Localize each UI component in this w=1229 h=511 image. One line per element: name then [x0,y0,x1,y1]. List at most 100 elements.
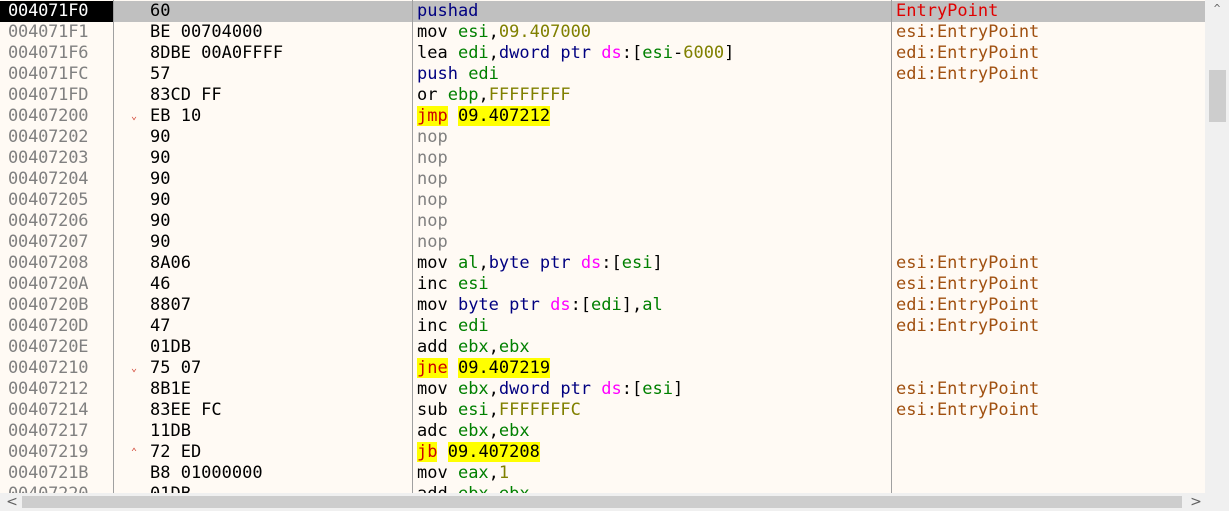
address-cell[interactable]: 00407210 [8,358,88,379]
instruction-cell[interactable]: jb 09.407208 [417,442,540,463]
address-cell[interactable]: 00407217 [8,421,88,442]
comment-cell[interactable]: edi:EntryPoint [896,316,1039,337]
disasm-row[interactable]: 0040720B 8807 mov byte ptr ds:[edi],al edi:… [0,295,1205,316]
comment-cell[interactable]: esi:EntryPoint [896,253,1039,274]
bytes-cell[interactable]: 8DBE 00A0FFFF [150,43,283,64]
disasm-row[interactable]: 004071F6 8DBE 00A0FFFF lea edi,dword ptr d… [0,43,1205,64]
instruction-cell[interactable]: nop [417,169,448,190]
disasm-row[interactable]: 004071F0 60 pushad EntryPoint [0,1,1205,22]
horizontal-scroll-thumb[interactable] [22,496,1182,508]
bytes-cell[interactable]: 90 [150,169,170,190]
instruction-cell[interactable]: mov al,byte ptr ds:[esi] [417,253,663,274]
bytes-cell[interactable]: 90 [150,127,170,148]
disasm-row[interactable]: 00407200 ⌄ EB 10 jmp 09.407212 [0,106,1205,127]
instruction-cell[interactable]: nop [417,190,448,211]
disasm-row[interactable]: 00407206 90 nop [0,211,1205,232]
comment-cell[interactable]: EntryPoint [896,1,998,22]
disasm-row[interactable]: 0040720A 46 inc esi esi:EntryPoint [0,274,1205,295]
disasm-row[interactable]: 00407207 90 nop [0,232,1205,253]
disasm-row[interactable]: 00407214 83EE FC sub esi,FFFFFFFC esi:Entry… [0,400,1205,421]
address-cell[interactable]: 00407212 [8,379,88,400]
address-cell[interactable]: 0040720D [8,316,88,337]
bytes-cell[interactable]: 47 [150,316,170,337]
bytes-cell[interactable]: 90 [150,211,170,232]
bytes-cell[interactable]: 8B1E [150,379,191,400]
bytes-cell[interactable]: EB 10 [150,106,201,127]
address-cell[interactable]: 0040720A [8,274,88,295]
address-cell[interactable]: 004071FC [8,64,88,85]
bytes-cell[interactable]: 90 [150,148,170,169]
disasm-row[interactable]: 0040721B B8 01000000 mov eax,1 [0,463,1205,484]
disasm-row[interactable]: 00407208 8A06 mov al,byte ptr ds:[esi] esi:… [0,253,1205,274]
scroll-up-arrow-icon[interactable]: ^ [1205,0,1229,18]
bytes-cell[interactable]: 11DB [150,421,191,442]
instruction-cell[interactable]: inc edi [417,316,489,337]
address-cell[interactable]: 004071F0 [8,1,88,22]
address-cell[interactable]: 00407203 [8,148,88,169]
address-cell[interactable]: 00407219 [8,442,88,463]
address-cell[interactable]: 00407207 [8,232,88,253]
comment-cell[interactable]: esi:EntryPoint [896,22,1039,43]
scroll-left-arrow-icon[interactable]: < [2,493,22,511]
disasm-row[interactable]: 0040720E 01DB add ebx,ebx [0,337,1205,358]
bytes-cell[interactable]: 8807 [150,295,191,316]
bytes-cell[interactable]: B8 01000000 [150,463,263,484]
bytes-cell[interactable]: 60 [150,1,170,22]
disasm-row[interactable]: 004071F1 BE 00704000 mov esi,09.407000 esi:… [0,22,1205,43]
bytes-cell[interactable]: 46 [150,274,170,295]
disasm-row[interactable]: 00407220 01DB add ebx,ebx [0,484,1205,493]
comment-cell[interactable]: esi:EntryPoint [896,400,1039,421]
bytes-cell[interactable]: 83CD FF [150,85,222,106]
disasm-row[interactable]: 00407202 90 nop [0,127,1205,148]
instruction-cell[interactable]: inc esi [417,274,489,295]
bytes-cell[interactable]: 57 [150,64,170,85]
instruction-cell[interactable]: or ebp,FFFFFFFF [417,85,571,106]
column-divider-disassembly[interactable] [891,0,892,493]
disasm-row[interactable]: 00407212 8B1E mov ebx,dword ptr ds:[esi] es… [0,379,1205,400]
disasm-row[interactable]: 00407217 11DB adc ebx,ebx [0,421,1205,442]
instruction-cell[interactable]: mov ebx,dword ptr ds:[esi] [417,379,683,400]
address-cell[interactable]: 00407200 [8,106,88,127]
instruction-cell[interactable]: nop [417,211,448,232]
disasm-row[interactable]: 00407204 90 nop [0,169,1205,190]
instruction-cell[interactable]: jmp 09.407212 [417,106,551,127]
address-cell[interactable]: 004071F6 [8,43,88,64]
disasm-row[interactable]: 0040720D 47 inc edi edi:EntryPoint [0,316,1205,337]
bytes-cell[interactable]: 75 07 [150,358,201,379]
instruction-cell[interactable]: jne 09.407219 [417,358,551,379]
bytes-cell[interactable]: BE 00704000 [150,22,263,43]
instruction-cell[interactable]: pushad [417,1,478,22]
address-cell[interactable]: 00407208 [8,253,88,274]
comment-cell[interactable]: edi:EntryPoint [896,295,1039,316]
instruction-cell[interactable]: mov eax,1 [417,463,509,484]
column-divider-bytes[interactable] [412,0,413,493]
address-cell[interactable]: 00407204 [8,169,88,190]
address-cell[interactable]: 00407206 [8,211,88,232]
instruction-cell[interactable]: adc ebx,ebx [417,421,530,442]
disasm-row[interactable]: 004071FD 83CD FF or ebp,FFFFFFFF [0,85,1205,106]
comment-cell[interactable]: edi:EntryPoint [896,43,1039,64]
bytes-cell[interactable]: 83EE FC [150,400,222,421]
bytes-cell[interactable]: 90 [150,190,170,211]
address-cell[interactable]: 004071FD [8,85,88,106]
instruction-cell[interactable]: lea edi,dword ptr ds:[esi-6000] [417,43,734,64]
disasm-row[interactable]: 00407205 90 nop [0,190,1205,211]
disassembly-view[interactable]: 004071F0 60 pushad EntryPoint 004071F1 BE 007… [0,0,1205,493]
address-cell[interactable]: 00407205 [8,190,88,211]
instruction-cell[interactable]: nop [417,232,448,253]
instruction-cell[interactable]: nop [417,127,448,148]
bytes-cell[interactable]: 8A06 [150,253,191,274]
scroll-right-arrow-icon[interactable]: > [1186,493,1206,511]
bytes-cell[interactable]: 72 ED [150,442,201,463]
instruction-cell[interactable]: sub esi,FFFFFFFC [417,400,581,421]
comment-cell[interactable]: esi:EntryPoint [896,379,1039,400]
disasm-row[interactable]: 00407210 ⌄ 75 07 jne 09.407219 [0,358,1205,379]
instruction-cell[interactable]: mov esi,09.407000 [417,22,591,43]
bytes-cell[interactable]: 01DB [150,484,191,493]
bytes-cell[interactable]: 01DB [150,337,191,358]
instruction-cell[interactable]: push edi [417,64,499,85]
address-cell[interactable]: 004071F1 [8,22,88,43]
disasm-row[interactable]: 00407203 90 nop [0,148,1205,169]
column-divider-address[interactable] [113,0,114,493]
address-cell[interactable]: 0040721B [8,463,88,484]
